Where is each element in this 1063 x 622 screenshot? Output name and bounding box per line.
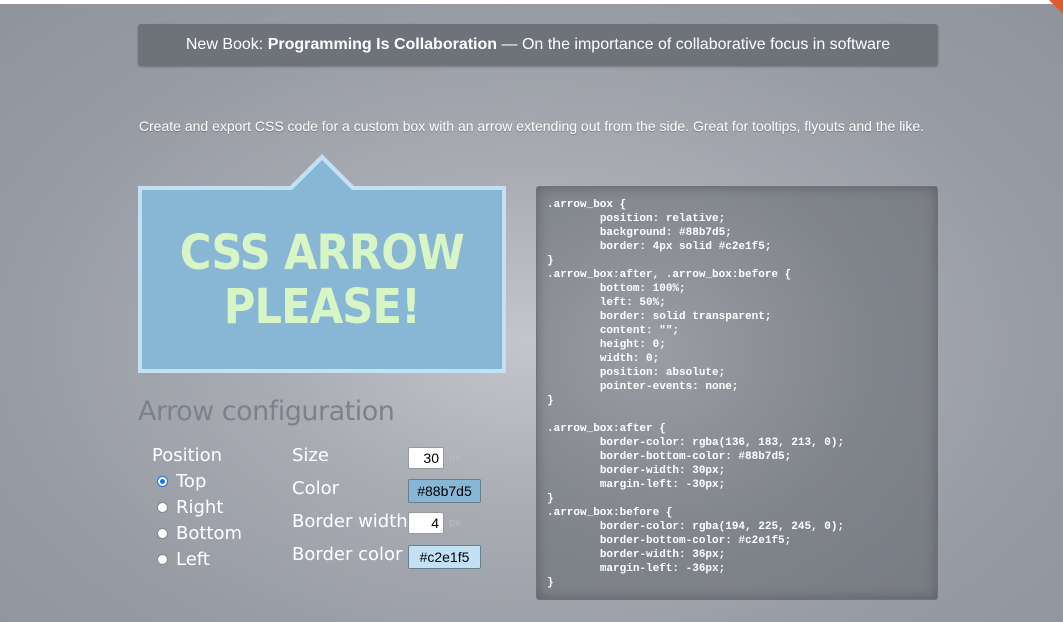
top-border [0, 0, 1063, 4]
tagline: Create and export CSS code for a custom … [138, 118, 925, 134]
preview-line-2: PLEASE! [223, 278, 421, 335]
radio-bottom[interactable] [157, 528, 168, 539]
border-color-input[interactable]: #c2e1f5 [408, 545, 481, 569]
color-input[interactable]: #88b7d5 [408, 479, 481, 503]
banner-prefix: New Book: [185, 36, 268, 53]
color-label: Color [292, 478, 339, 499]
size-input[interactable]: 30 [408, 447, 444, 469]
radio-bottom-label: Bottom [176, 523, 243, 544]
code-output-panel[interactable]: .arrow_box { position: relative; backgro… [536, 186, 938, 600]
position-label: Position [152, 445, 223, 466]
size-unit: px [449, 452, 461, 464]
radio-left[interactable] [157, 554, 168, 565]
border-width-input[interactable]: 4 [408, 512, 444, 534]
book-banner[interactable]: New Book: Programming Is Collaboration —… [138, 24, 938, 66]
position-option-top[interactable]: Top [157, 471, 206, 492]
radio-top-label: Top [176, 471, 207, 492]
radio-right[interactable] [157, 502, 168, 513]
css-code[interactable]: .arrow_box { position: relative; backgro… [547, 198, 927, 590]
preview-line-1: CSS ARROW [179, 224, 465, 281]
banner-book-title[interactable]: Programming Is Collaboration [268, 36, 497, 54]
size-label: Size [292, 445, 329, 466]
position-option-bottom[interactable]: Bottom [157, 523, 242, 544]
border-color-label: Border color [292, 544, 403, 565]
radio-right-label: Right [176, 497, 224, 518]
arrow-box-preview: CSS ARROW PLEASE! [138, 154, 506, 373]
corner-ribbon[interactable] [1049, 0, 1063, 14]
config-title: Arrow configuration [138, 396, 395, 427]
radio-left-label: Left [176, 549, 210, 570]
banner-suffix: — On the importance of collaborative foc… [497, 36, 891, 53]
radio-top[interactable] [157, 476, 168, 487]
preview-heading: CSS ARROW PLEASE! [179, 224, 465, 335]
position-option-right[interactable]: Right [157, 497, 223, 518]
border-width-label: Border width [292, 511, 408, 532]
position-option-left[interactable]: Left [157, 549, 210, 570]
border-width-unit: px [449, 517, 461, 529]
